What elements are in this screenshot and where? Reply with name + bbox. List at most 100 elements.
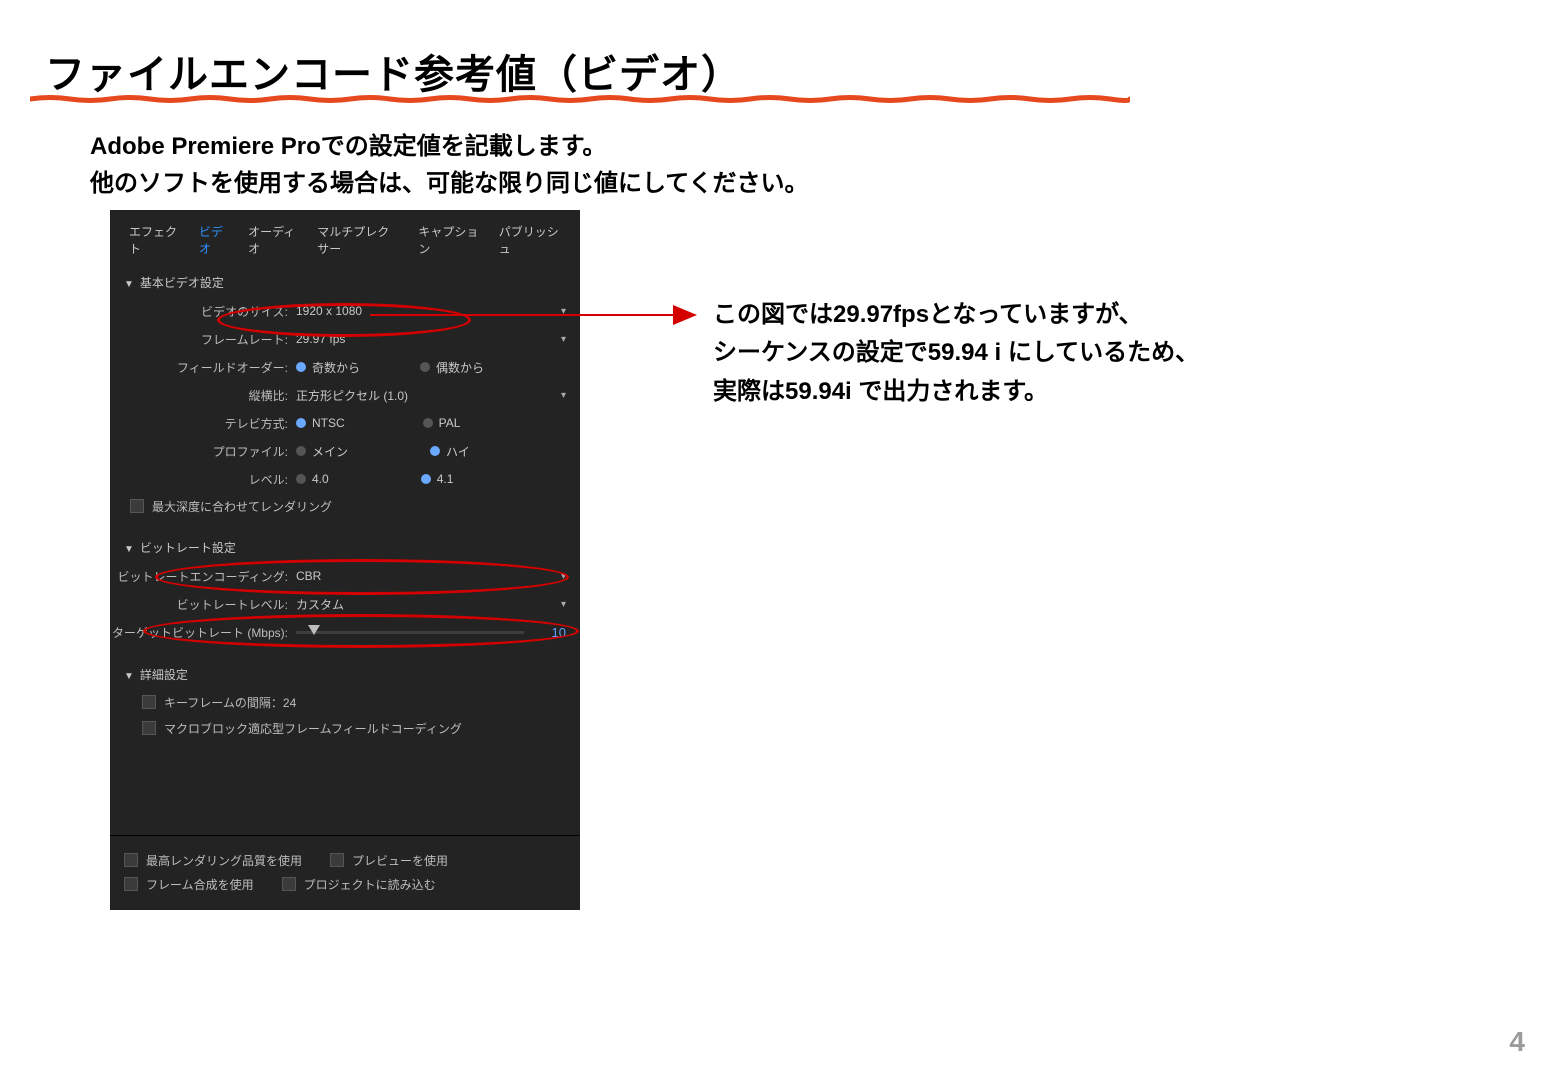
label-level: レベル: <box>110 471 296 488</box>
radio-label: NTSC <box>312 416 345 430</box>
annotation-line-1: この図では29.97fpsとなっていますが、 <box>713 301 1143 328</box>
label-profile: プロファイル: <box>110 443 296 460</box>
slide-description: Adobe Premiere Proでの設定値を記載します。 他のソフトを使用す… <box>90 128 809 202</box>
label-aspect: 縦横比: <box>110 387 296 404</box>
chevron-down-icon[interactable]: ▾ <box>561 334 566 345</box>
premiere-export-panel: エフェクト ビデオ オーディオ マルチプレクサー キャプション パブリッシュ 基… <box>110 210 580 910</box>
radio-label: メイン <box>312 443 348 460</box>
desc-line-1: Adobe Premiere Proでの設定値を記載します。 <box>90 133 606 160</box>
radio-label: PAL <box>439 416 461 430</box>
checkbox-label: キーフレームの間隔：24 <box>164 694 296 711</box>
chevron-down-icon[interactable]: ▾ <box>561 306 566 317</box>
label-video-size: ビデオのサイズ: <box>110 303 296 320</box>
label-target-bitrate: ターゲットビットレート (Mbps): <box>110 624 296 641</box>
desc-line-2: 他のソフトを使用する場合は、可能な限り同じ値にしてください。 <box>90 170 809 197</box>
row-bitrate-level: ビットレートレベル: カスタム ▾ <box>110 590 580 618</box>
radio-dot-icon <box>296 418 306 428</box>
radio-dot-icon <box>420 362 430 372</box>
checkbox-icon <box>130 499 144 513</box>
radio-dot-icon <box>430 446 440 456</box>
radio-dot-icon <box>296 474 306 484</box>
tab-publish[interactable]: パブリッシュ <box>490 220 570 260</box>
title-underline <box>30 95 1130 103</box>
chevron-down-icon[interactable]: ▾ <box>561 599 566 610</box>
annotation-line-3: 実際は59.94i で出力されます。 <box>713 378 1048 405</box>
row-video-size: ビデオのサイズ: 1920 x 1080 ▾ <box>110 297 580 325</box>
panel-tabs: エフェクト ビデオ オーディオ マルチプレクサー キャプション パブリッシュ <box>110 210 580 268</box>
checkbox-max-quality[interactable]: 最高レンダリング品質を使用 <box>124 852 302 869</box>
checkbox-macroblock[interactable]: マクロブロック適応型フレームフィールドコーディング <box>110 715 580 741</box>
radio-label: 4.0 <box>312 472 329 486</box>
row-level: レベル: 4.0 4.1 <box>110 465 580 493</box>
radio-label: 偶数から <box>436 359 484 376</box>
value-aspect[interactable]: 正方形ピクセル (1.0) <box>296 387 408 404</box>
radio-label: ハイ <box>446 443 470 460</box>
checkbox-label: マクロブロック適応型フレームフィールドコーディング <box>164 720 462 737</box>
radio-profile-high[interactable]: ハイ <box>430 443 470 460</box>
label-tv-standard: テレビ方式: <box>110 415 296 432</box>
label-framerate: フレームレート: <box>110 331 296 348</box>
checkbox-icon <box>142 721 156 735</box>
radio-dot-icon <box>423 418 433 428</box>
radio-label: 奇数から <box>312 359 360 376</box>
checkbox-use-preview[interactable]: プレビューを使用 <box>330 852 448 869</box>
checkbox-import-project[interactable]: プロジェクトに読み込む <box>282 876 436 893</box>
value-bitrate-encoding[interactable]: CBR <box>296 569 321 583</box>
label-bitrate-encoding: ビットレートエンコーディング: <box>110 568 296 585</box>
chevron-down-icon[interactable]: ▾ <box>561 571 566 582</box>
radio-field-even[interactable]: 偶数から <box>420 359 484 376</box>
checkbox-keyframe-interval[interactable]: キーフレームの間隔：24 <box>110 689 580 715</box>
checkbox-icon <box>124 877 138 891</box>
checkbox-label: プロジェクトに読み込む <box>304 876 436 893</box>
radio-profile-main[interactable]: メイン <box>296 443 348 460</box>
checkbox-icon <box>124 853 138 867</box>
annotation-text: この図では29.97fpsとなっていますが、 シーケンスの設定で59.94 i … <box>713 296 1199 411</box>
checkbox-icon <box>330 853 344 867</box>
value-target-bitrate[interactable]: 10 <box>534 625 566 640</box>
checkbox-icon <box>142 695 156 709</box>
checkbox-label: 最大深度に合わせてレンダリング <box>152 498 332 515</box>
label-bitrate-level: ビットレートレベル: <box>110 596 296 613</box>
tab-audio[interactable]: オーディオ <box>239 220 308 260</box>
row-profile: プロファイル: メイン ハイ <box>110 437 580 465</box>
slide-title: ファイルエンコード参考値（ビデオ） <box>45 42 742 100</box>
checkbox-label: フレーム合成を使用 <box>146 876 254 893</box>
panel-footer: 最高レンダリング品質を使用 プレビューを使用 フレーム合成を使用 プロジェクトに… <box>110 835 580 910</box>
row-tv-standard: テレビ方式: NTSC PAL <box>110 409 580 437</box>
row-bitrate-encoding: ビットレートエンコーディング: CBR ▾ <box>110 562 580 590</box>
value-framerate[interactable]: 29.97 fps <box>296 332 345 346</box>
radio-field-odd[interactable]: 奇数から <box>296 359 360 376</box>
radio-label: 4.1 <box>437 472 454 486</box>
slider-track[interactable] <box>296 631 524 634</box>
row-framerate: フレームレート: 29.97 fps ▾ <box>110 325 580 353</box>
checkbox-max-depth[interactable]: 最大深度に合わせてレンダリング <box>110 493 580 519</box>
radio-ntsc[interactable]: NTSC <box>296 416 345 430</box>
radio-dot-icon <box>421 474 431 484</box>
section-bitrate[interactable]: ビットレート設定 <box>110 533 580 562</box>
checkbox-icon <box>282 877 296 891</box>
section-basic-video[interactable]: 基本ビデオ設定 <box>110 268 580 297</box>
radio-level-41[interactable]: 4.1 <box>421 472 454 486</box>
label-field-order: フィールドオーダー: <box>110 359 296 376</box>
row-target-bitrate: ターゲットビットレート (Mbps): 10 <box>110 618 580 646</box>
checkbox-label: 最高レンダリング品質を使用 <box>146 852 302 869</box>
radio-pal[interactable]: PAL <box>423 416 461 430</box>
page-number: 4 <box>1509 1026 1525 1058</box>
annotation-line-2: シーケンスの設定で59.94 i にしているため、 <box>713 339 1199 366</box>
row-field-order: フィールドオーダー: 奇数から 偶数から <box>110 353 580 381</box>
checkbox-frame-blend[interactable]: フレーム合成を使用 <box>124 876 254 893</box>
radio-dot-icon <box>296 362 306 372</box>
value-video-size[interactable]: 1920 x 1080 <box>296 304 362 318</box>
tab-caption[interactable]: キャプション <box>409 220 489 260</box>
radio-level-40[interactable]: 4.0 <box>296 472 329 486</box>
chevron-down-icon[interactable]: ▾ <box>561 390 566 401</box>
radio-dot-icon <box>296 446 306 456</box>
tab-video[interactable]: ビデオ <box>190 220 239 260</box>
checkbox-label: プレビューを使用 <box>352 852 448 869</box>
value-bitrate-level[interactable]: カスタム <box>296 596 344 613</box>
row-aspect: 縦横比: 正方形ピクセル (1.0) ▾ <box>110 381 580 409</box>
tab-multiplexer[interactable]: マルチプレクサー <box>308 220 409 260</box>
section-advanced[interactable]: 詳細設定 <box>110 660 580 689</box>
slider-thumb-icon[interactable] <box>308 625 320 635</box>
tab-effect[interactable]: エフェクト <box>120 220 190 260</box>
